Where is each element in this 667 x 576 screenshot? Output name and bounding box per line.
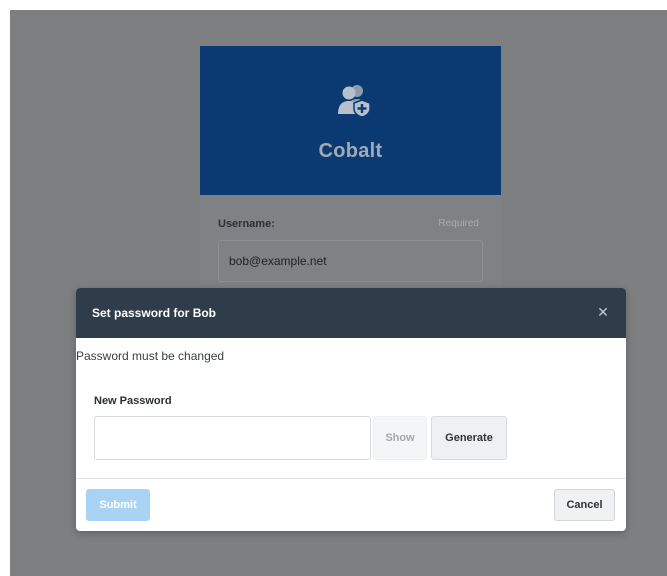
login-card: Cobalt Username: Required bob@example.ne… — [200, 46, 501, 316]
close-icon[interactable]: ✕ — [594, 302, 612, 322]
dialog-header: Set password for Bob ✕ — [76, 288, 626, 338]
new-password-label: New Password — [94, 395, 172, 407]
show-password-button[interactable]: Show — [373, 416, 427, 460]
password-change-message: Password must be changed — [76, 349, 225, 363]
users-shield-icon — [338, 85, 371, 118]
username-required-hint: Required — [438, 218, 479, 229]
username-input[interactable]: bob@example.net — [218, 240, 483, 282]
username-label: Username: — [218, 218, 275, 230]
brand-header: Cobalt — [200, 46, 501, 195]
new-password-input[interactable] — [94, 416, 371, 460]
submit-button[interactable]: Submit — [86, 489, 150, 521]
generate-password-button[interactable]: Generate — [431, 416, 507, 460]
set-password-dialog: Set password for Bob ✕ Password must be … — [76, 288, 626, 531]
cancel-button[interactable]: Cancel — [554, 489, 615, 521]
brand-name: Cobalt — [318, 140, 383, 162]
dialog-footer-divider — [76, 478, 626, 479]
dialog-title: Set password for Bob — [92, 306, 217, 320]
